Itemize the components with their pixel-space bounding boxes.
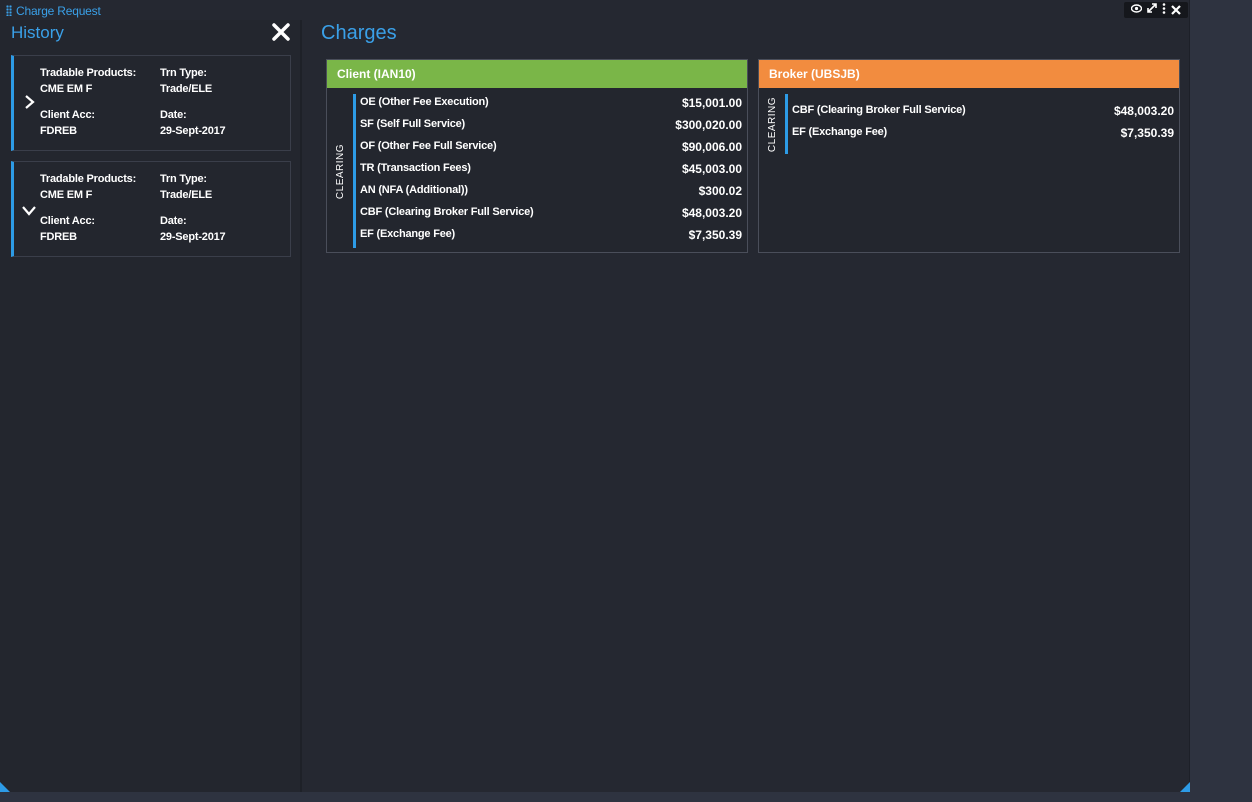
fee-name: SF (Self Full Service): [360, 118, 466, 130]
date-value: 29-Sept-2017: [160, 231, 226, 243]
clearing-divider: [353, 94, 356, 248]
fee-name: OF (Other Fee Full Service): [360, 140, 497, 152]
trn-type-label: Trn Type:: [160, 67, 207, 79]
client-acc-label: Client Acc:: [40, 215, 95, 227]
fee-name: CBF (Clearing Broker Full Service): [360, 206, 534, 218]
fee-amount: $300.02: [698, 184, 742, 198]
products-value: CME EM F: [40, 83, 93, 95]
chevron-right-icon[interactable]: [23, 94, 37, 110]
trn-type-value: Trade/ELE: [160, 189, 212, 201]
broker-clearing-label: CLEARING: [759, 94, 787, 154]
date-label: Date:: [160, 215, 187, 227]
fee-amount: $15,001.00: [681, 96, 742, 110]
fee-amount: $7,350.39: [688, 228, 742, 242]
fee-amount: $7,350.39: [1120, 126, 1174, 140]
clearing-group-label: CLEARING: [335, 143, 347, 199]
fee-name: EF (Exchange Fee): [360, 228, 456, 240]
date-label: Date:: [160, 109, 187, 121]
client-acc-label: Client Acc:: [40, 109, 95, 121]
fee-amount: $48,003.20: [1113, 104, 1174, 118]
fee-name: CBF (Clearing Broker Full Service): [792, 104, 966, 116]
close-icon[interactable]: [1171, 3, 1182, 17]
client-acc-value: FDREB: [40, 125, 77, 137]
client-clearing-label: CLEARING: [327, 94, 355, 248]
client-acc-value: FDREB: [40, 231, 77, 243]
window-controls: [1124, 2, 1188, 18]
history-panel: History Tradable Products: CME EM F Trn …: [0, 20, 302, 792]
fee-name: TR (Transaction Fees): [360, 162, 471, 174]
date-value: 29-Sept-2017: [160, 125, 226, 137]
products-label: Tradable Products:: [40, 173, 137, 185]
broker-header: Broker (UBSJB): [759, 60, 1179, 88]
trn-type-value: Trade/ELE: [160, 83, 212, 95]
resize-corner-icon[interactable]: [1180, 782, 1190, 792]
eye-icon[interactable]: [1130, 3, 1142, 17]
client-header: Client (IAN10): [327, 60, 747, 88]
title-bar[interactable]: Charge Request: [0, 0, 1190, 20]
resize-corner-icon[interactable]: [0, 782, 10, 792]
chevron-down-icon[interactable]: [21, 204, 37, 218]
clearing-divider: [785, 94, 788, 154]
fee-amount: $90,006.00: [681, 140, 742, 154]
clearing-group-label: CLEARING: [767, 96, 779, 152]
fee-name: OE (Other Fee Execution): [360, 96, 489, 108]
more-icon[interactable]: [1162, 2, 1166, 18]
charge-request-window: Charge Request History Tradable Products…: [0, 0, 1190, 792]
fee-amount: $48,003.20: [681, 206, 742, 220]
history-card[interactable]: Tradable Products: CME EM F Trn Type: Tr…: [11, 161, 291, 257]
fee-name: EF (Exchange Fee): [792, 126, 888, 138]
trn-type-label: Trn Type:: [160, 173, 207, 185]
fee-amount: $300,020.00: [675, 118, 742, 132]
history-card[interactable]: Tradable Products: CME EM F Trn Type: Tr…: [11, 55, 291, 151]
client-charges-box: Client (IAN10) CLEARING OE (Other Fee Ex…: [326, 59, 748, 253]
expand-icon[interactable]: [1147, 3, 1157, 17]
history-close-icon[interactable]: [272, 20, 290, 46]
drag-handle-icon[interactable]: [6, 5, 12, 16]
history-title: History: [11, 23, 64, 42]
fee-amount: $45,003.00: [681, 162, 742, 176]
charges-title: Charges: [321, 22, 397, 44]
window-title: Charge Request: [16, 4, 101, 18]
broker-charges-box: Broker (UBSJB) CLEARING CBF (Clearing Br…: [758, 59, 1180, 253]
products-value: CME EM F: [40, 189, 93, 201]
fee-name: AN (NFA (Additional)): [360, 184, 468, 196]
products-label: Tradable Products:: [40, 67, 137, 79]
